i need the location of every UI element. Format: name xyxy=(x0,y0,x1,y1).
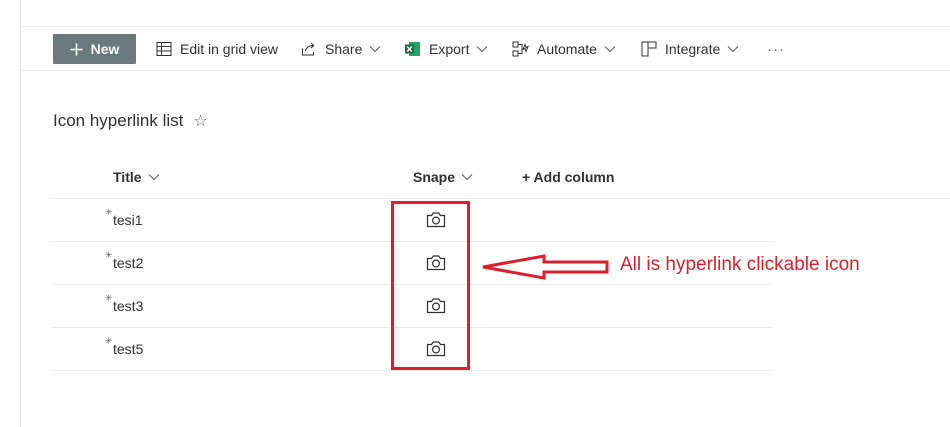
column-header-title[interactable]: Title xyxy=(113,165,160,189)
row-title-text: test3 xyxy=(113,298,144,314)
new-button[interactable]: New xyxy=(53,34,136,64)
chevron-down-icon xyxy=(148,173,160,181)
row-title[interactable]: test3 xyxy=(105,285,143,327)
annotation-text: All is hyperlink clickable icon xyxy=(620,254,860,275)
chevron-down-icon xyxy=(461,173,473,181)
chevron-down-icon xyxy=(476,45,488,53)
export-button[interactable]: Export xyxy=(404,27,488,71)
automate-button[interactable]: Automate xyxy=(512,27,616,71)
grid-icon xyxy=(156,41,172,57)
column-header-snape[interactable]: Snape xyxy=(413,165,473,189)
export-label: Export xyxy=(429,41,470,57)
edit-grid-view-label: Edit in grid view xyxy=(180,41,279,57)
list-title: Icon hyperlink list ☆ xyxy=(53,111,208,131)
chevron-down-icon xyxy=(604,45,616,53)
row-title-text: test2 xyxy=(113,255,144,271)
integrate-button[interactable]: Integrate xyxy=(641,27,739,71)
annotation-highlight-box xyxy=(391,201,470,370)
share-button[interactable]: Share xyxy=(301,27,381,71)
chevron-down-icon xyxy=(369,45,381,53)
column-header-snape-label: Snape xyxy=(413,169,456,185)
star-icon[interactable]: ☆ xyxy=(193,111,207,131)
column-header-title-label: Title xyxy=(113,169,142,185)
edit-grid-view-button[interactable]: Edit in grid view xyxy=(156,27,278,71)
row-title[interactable]: test5 xyxy=(105,328,143,370)
more-options-button[interactable]: ··· xyxy=(767,27,785,71)
automate-icon xyxy=(512,41,529,57)
plus-icon xyxy=(70,43,83,56)
excel-icon xyxy=(404,41,421,57)
add-column-label: + Add column xyxy=(522,169,615,185)
share-icon xyxy=(301,41,317,57)
row-title-text: tesi1 xyxy=(113,212,143,228)
row-title[interactable]: test2 xyxy=(105,242,143,284)
more-options-icon: ··· xyxy=(767,40,785,58)
share-label: Share xyxy=(325,41,363,57)
new-button-label: New xyxy=(90,41,120,57)
list-title-text: Icon hyperlink list xyxy=(53,111,184,130)
row-title[interactable]: tesi1 xyxy=(105,199,143,241)
annotation-arrow xyxy=(482,254,609,280)
add-column-button[interactable]: + Add column xyxy=(522,165,614,189)
automate-label: Automate xyxy=(537,41,597,57)
row-title-text: test5 xyxy=(113,341,144,357)
command-bar: New Edit in grid view Share Export Autom… xyxy=(21,27,950,71)
chevron-down-icon xyxy=(727,45,739,53)
integrate-label: Integrate xyxy=(665,41,721,57)
integrate-icon xyxy=(641,41,657,57)
